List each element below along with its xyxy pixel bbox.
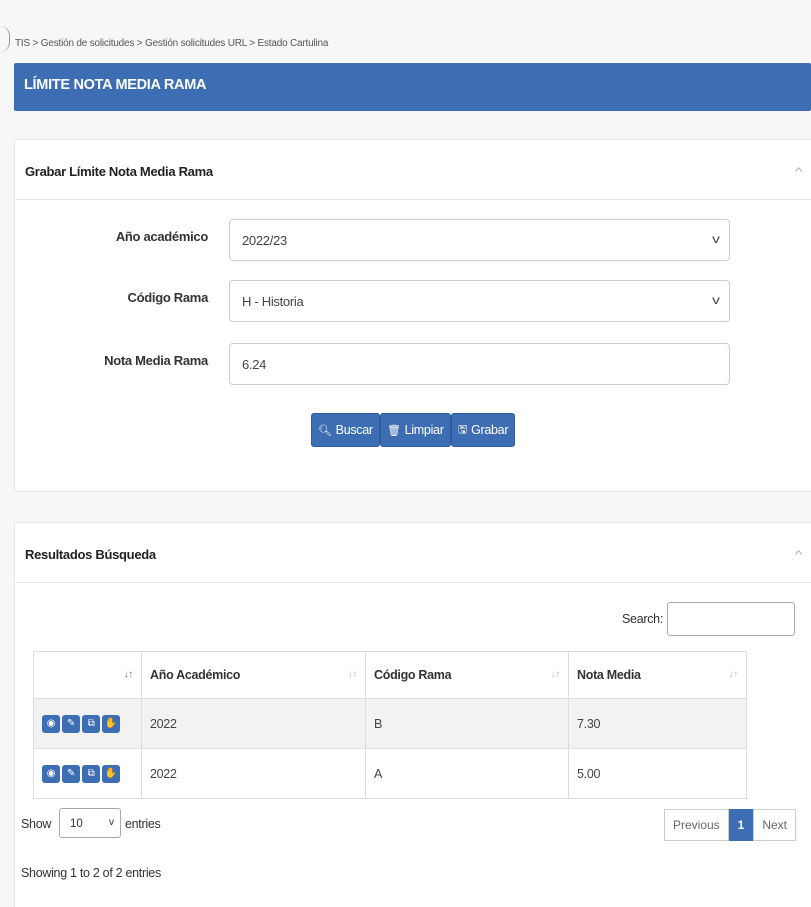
window-edge xyxy=(0,26,10,52)
cell-grade: 7.30 xyxy=(568,698,747,749)
grade-label: Nota Media Rama xyxy=(104,353,208,368)
view-icon[interactable]: ◉ xyxy=(42,714,60,733)
search-label: Search: xyxy=(622,612,663,626)
page-length-select[interactable]: 10 v xyxy=(59,808,121,838)
results-table: ↓↑ Año Académico ↓↑ Código Rama ↓↑ Nota Me… xyxy=(33,651,747,799)
actions-column-header[interactable]: ↓↑ xyxy=(33,651,142,699)
chevron-down-icon: v xyxy=(712,232,720,246)
branch-label: Código Rama xyxy=(127,290,209,305)
clear-button[interactable]: 🗑︎ Limpiar xyxy=(380,413,451,447)
show-label: Show xyxy=(21,817,52,831)
search-button[interactable]: 🔍︎ Buscar xyxy=(311,413,380,447)
cell-branch: B xyxy=(365,698,569,749)
sort-icon: ↓↑ xyxy=(728,669,739,680)
form-panel-header: Grabar Límite Nota Media Rama ^ xyxy=(15,140,811,200)
form-panel-title: Grabar Límite Nota Media Rama xyxy=(25,164,213,179)
collapse-icon[interactable]: ^ xyxy=(795,549,802,561)
table-row: ◉ ✎ ⧉ ✋ 2022 B 7.30 xyxy=(33,698,747,749)
page-length-value: 10 xyxy=(70,818,83,830)
next-button[interactable]: Next xyxy=(753,809,796,841)
search-icon: 🔍︎ xyxy=(318,424,332,437)
chevron-down-icon: v xyxy=(712,293,720,307)
view-icon[interactable]: ◉ xyxy=(42,764,60,783)
collapse-icon[interactable]: ^ xyxy=(795,166,802,178)
year-select[interactable]: 2022/23 v xyxy=(229,219,730,261)
sort-icon: ↓↑ xyxy=(347,669,358,680)
column-header-branch[interactable]: Código Rama ↓↑ xyxy=(365,651,569,699)
entries-label: entries xyxy=(125,817,161,831)
results-panel-title: Resultados Búsqueda xyxy=(25,547,156,562)
year-label: Año académico xyxy=(115,229,208,244)
page-1-button[interactable]: 1 xyxy=(728,809,754,841)
search-input[interactable] xyxy=(667,602,795,636)
floppy-disk-icon: 🖫 xyxy=(458,423,468,436)
clear-button-label: Limpiar xyxy=(404,423,444,437)
save-button-label: Grabar xyxy=(471,423,509,437)
branch-select[interactable]: H - Historia v xyxy=(229,280,730,322)
copy-icon[interactable]: ⧉ xyxy=(82,714,100,733)
breadcrumb: TIS > Gestión de solicitudes > Gestión s… xyxy=(15,38,329,49)
delete-icon[interactable]: ✋ xyxy=(102,764,120,783)
results-panel: Resultados Búsqueda ^ Search: ↓↑ Año Aca… xyxy=(14,522,811,907)
sort-icon: ↓↑ xyxy=(550,669,561,680)
edit-icon[interactable]: ✎ xyxy=(62,764,80,783)
previous-button[interactable]: Previous xyxy=(663,809,729,841)
pagination: Previous 1 Next xyxy=(663,809,796,841)
branch-select-value: H - Historia xyxy=(242,294,304,309)
table-info: Showing 1 to 2 of 2 entries xyxy=(21,866,161,880)
column-header-year[interactable]: Año Académico ↓↑ xyxy=(141,651,366,699)
cell-year: 2022 xyxy=(141,698,366,749)
sort-icon: ↓↑ xyxy=(123,669,134,680)
cell-year: 2022 xyxy=(141,748,366,799)
copy-icon[interactable]: ⧉ xyxy=(82,764,100,783)
grade-input[interactable] xyxy=(229,343,730,385)
table-header-row: ↓↑ Año Académico ↓↑ Código Rama ↓↑ Nota Me… xyxy=(33,651,747,699)
page-title: LÍMITE NOTA MEDIA RAMA xyxy=(14,63,811,111)
year-select-value: 2022/23 xyxy=(242,233,287,248)
save-button[interactable]: 🖫 Grabar xyxy=(451,413,516,447)
row-actions: ◉ ✎ ⧉ ✋ xyxy=(33,698,142,749)
edit-icon[interactable]: ✎ xyxy=(62,714,80,733)
search-button-label: Buscar xyxy=(335,423,373,437)
row-actions: ◉ ✎ ⧉ ✋ xyxy=(33,748,142,799)
delete-icon[interactable]: ✋ xyxy=(102,714,120,733)
form-panel: Grabar Límite Nota Media Rama ^ Año acad… xyxy=(14,139,811,492)
cell-grade: 5.00 xyxy=(568,748,747,799)
chevron-down-icon: v xyxy=(109,817,114,828)
cell-branch: A xyxy=(365,748,569,799)
column-header-grade[interactable]: Nota Media ↓↑ xyxy=(568,651,747,699)
results-panel-header: Resultados Búsqueda ^ xyxy=(15,523,811,583)
trash-icon: 🗑︎ xyxy=(387,424,401,437)
table-row: ◉ ✎ ⧉ ✋ 2022 A 5.00 xyxy=(33,748,747,799)
